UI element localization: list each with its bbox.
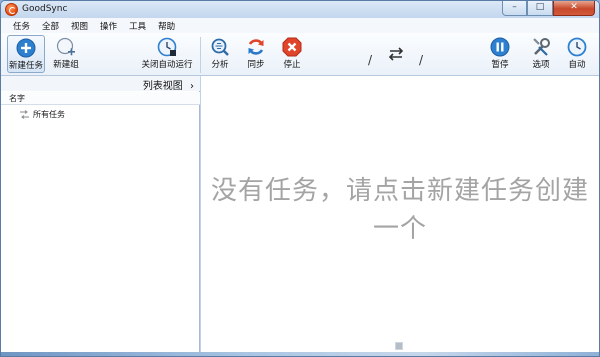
sync-direction-icon[interactable] bbox=[387, 47, 405, 61]
list-view-toggle[interactable]: 列表视图 › bbox=[143, 77, 194, 92]
sync-button[interactable]: 同步 bbox=[243, 35, 269, 70]
right-path-slash: / bbox=[419, 53, 424, 67]
add-icon bbox=[16, 38, 36, 58]
menu-task[interactable]: 任务 bbox=[7, 18, 36, 33]
clock-icon bbox=[157, 37, 177, 57]
analyze-button[interactable]: 分析 bbox=[207, 35, 233, 70]
close-button[interactable]: ✕ bbox=[553, 1, 595, 16]
name-column-header[interactable]: 名字 bbox=[1, 92, 200, 105]
menu-help[interactable]: 帮助 bbox=[152, 18, 181, 33]
menu-tools[interactable]: 工具 bbox=[123, 18, 152, 33]
list-view-header: 列表视图 › bbox=[1, 76, 200, 92]
window-controls: – □ ✕ bbox=[502, 1, 595, 16]
tools-icon bbox=[533, 38, 550, 56]
stop-label: 停止 bbox=[283, 60, 301, 70]
taskbar-strip bbox=[1, 352, 599, 356]
auto-clock-icon bbox=[567, 37, 587, 57]
sync-icon bbox=[248, 39, 264, 55]
menu-action[interactable]: 操作 bbox=[94, 18, 123, 33]
auto-run-off-label: 关闭自动运行 bbox=[141, 60, 193, 70]
menu-bar: 任务 全部 视图 操作 工具 帮助 bbox=[1, 18, 599, 33]
options-label: 选项 bbox=[532, 60, 550, 70]
tree-item-all-jobs[interactable]: 所有任务 bbox=[19, 108, 65, 120]
goodsync-logo-icon bbox=[5, 3, 18, 16]
analyze-label: 分析 bbox=[211, 60, 229, 70]
job-detail-panel: 没有任务，请点击新建任务创建一个 bbox=[201, 76, 599, 352]
stop-icon bbox=[282, 37, 302, 57]
new-group-button[interactable]: 新建组 bbox=[50, 35, 82, 70]
title-bar[interactable]: GoodSync – □ ✕ bbox=[1, 1, 599, 18]
empty-state-message: 没有任务，请点击新建任务创建一个 bbox=[210, 176, 589, 244]
window-title: GoodSync bbox=[22, 4, 68, 14]
left-path-slash: / bbox=[368, 53, 373, 67]
menu-view[interactable]: 视图 bbox=[65, 18, 94, 33]
pause-button[interactable]: 暂停 bbox=[487, 35, 513, 70]
toolbar-separator bbox=[200, 37, 201, 73]
auto-button[interactable]: 自动 bbox=[564, 35, 590, 70]
auto-label: 自动 bbox=[568, 60, 586, 70]
new-job-button[interactable]: 新建任务 bbox=[7, 35, 45, 73]
toolbar: 新建任务 新建组 关闭自动运行 分析 同步 停止 / / 暂停 选项 自动 bbox=[1, 33, 599, 76]
options-button[interactable]: 选项 bbox=[528, 35, 554, 70]
app-window: GoodSync – □ ✕ 任务 全部 视图 操作 工具 帮助 新建任务 新建… bbox=[0, 0, 600, 357]
pause-icon bbox=[490, 37, 510, 57]
new-job-label: 新建任务 bbox=[8, 61, 43, 71]
name-column-label: 名字 bbox=[9, 94, 25, 103]
resize-grip-icon[interactable] bbox=[395, 342, 403, 350]
menu-all[interactable]: 全部 bbox=[36, 18, 65, 33]
list-view-label: 列表视图 bbox=[142, 81, 183, 92]
new-group-label: 新建组 bbox=[53, 60, 79, 70]
job-list-panel: 列表视图 › 名字 所有任务 bbox=[1, 76, 200, 352]
sync-label: 同步 bbox=[247, 60, 265, 70]
all-jobs-label: 所有任务 bbox=[33, 109, 65, 119]
auto-run-off-button[interactable]: 关闭自动运行 bbox=[141, 35, 193, 70]
pause-label: 暂停 bbox=[491, 60, 509, 70]
new-group-icon bbox=[56, 37, 75, 56]
minimize-button[interactable]: – bbox=[502, 1, 527, 16]
analyze-icon bbox=[211, 38, 229, 56]
all-jobs-icon bbox=[20, 109, 29, 119]
stop-button[interactable]: 停止 bbox=[279, 35, 305, 70]
maximize-button[interactable]: □ bbox=[527, 1, 553, 16]
chevron-right-icon: › bbox=[190, 81, 194, 92]
